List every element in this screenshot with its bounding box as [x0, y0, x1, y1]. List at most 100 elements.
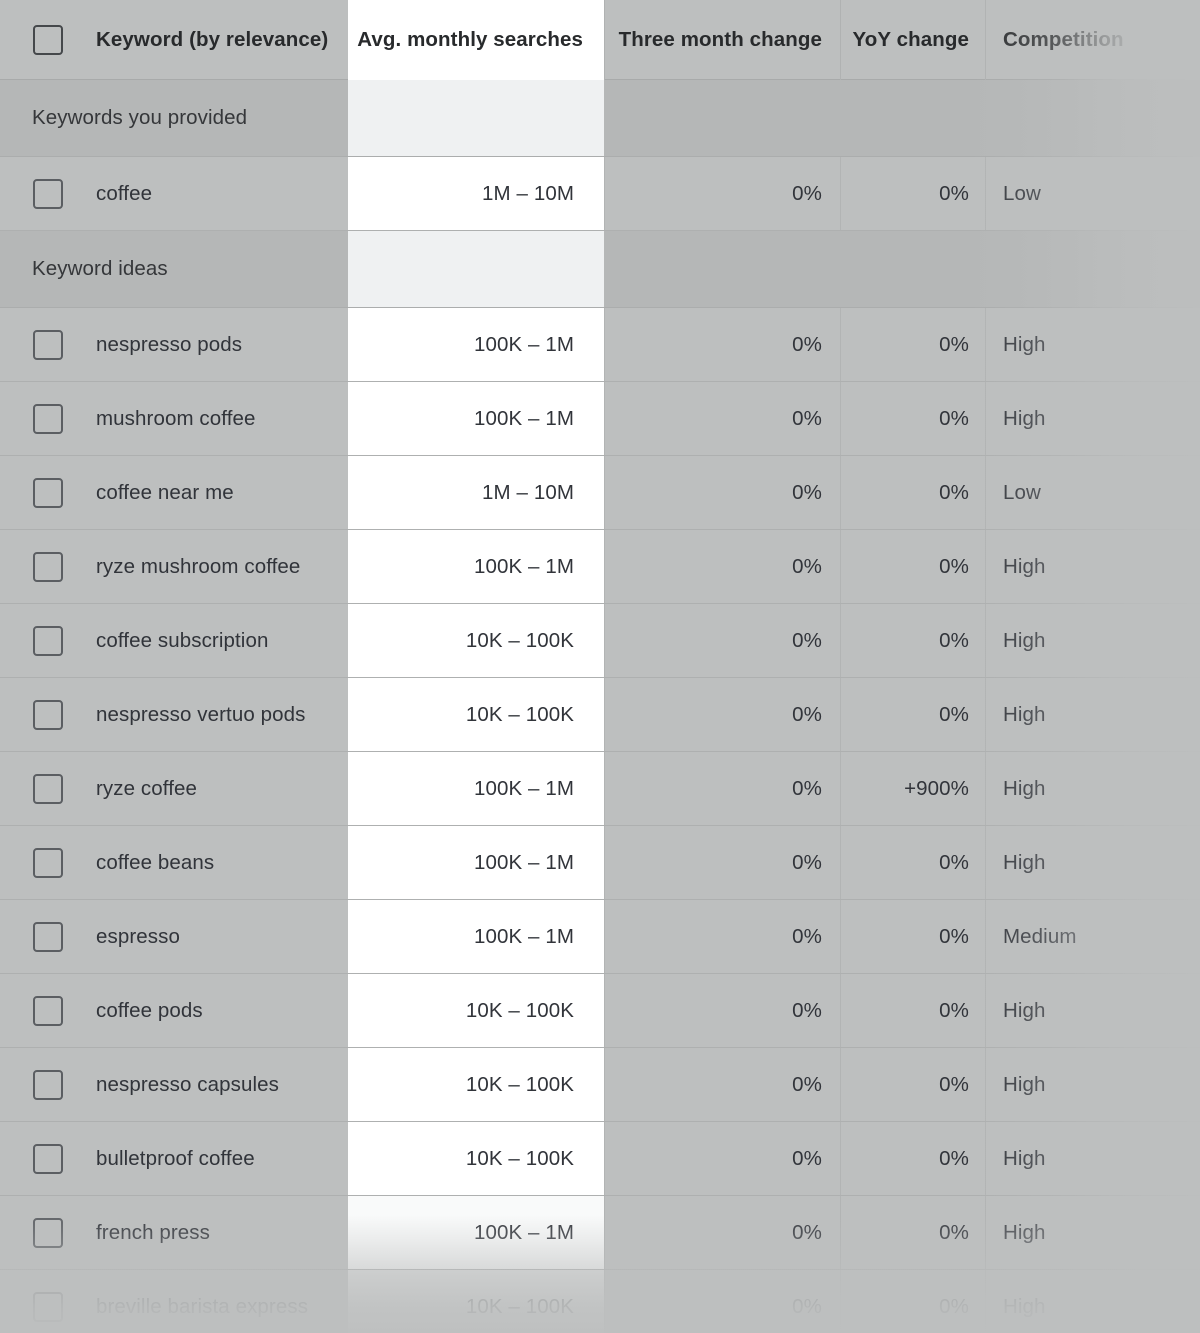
table-row[interactable]: coffee 1M – 10M 0% 0% Low — [0, 157, 1200, 231]
column-header-avg-monthly-searches[interactable]: Avg. monthly searches — [348, 0, 604, 80]
cell-three-month-change: 0% — [604, 752, 840, 825]
row-checkbox-icon[interactable] — [33, 625, 63, 656]
row-checkbox-cell[interactable] — [0, 678, 96, 751]
cell-three-month-change: 0% — [604, 900, 840, 973]
row-checkbox-cell[interactable] — [0, 826, 96, 899]
column-header-keyword[interactable]: Keyword (by relevance) — [96, 0, 348, 80]
cell-keyword[interactable]: coffee — [96, 157, 348, 230]
table-row[interactable]: french press 100K – 1M 0% 0% High — [0, 1196, 1200, 1270]
select-all-checkbox-icon[interactable] — [33, 24, 63, 55]
cell-yoy-change: 0% — [840, 1270, 985, 1333]
row-checkbox-cell[interactable] — [0, 1196, 96, 1269]
table-row[interactable]: breville barista express 10K – 100K 0% 0% Hi… — [0, 1270, 1200, 1333]
row-checkbox-icon[interactable] — [33, 921, 63, 952]
table-row[interactable]: coffee pods 10K – 100K 0% 0% High — [0, 974, 1200, 1048]
row-checkbox-cell[interactable] — [0, 1122, 96, 1195]
row-checkbox-icon[interactable] — [33, 551, 63, 582]
row-checkbox-cell[interactable] — [0, 308, 96, 381]
cell-competition: High — [985, 1122, 1200, 1195]
table-row[interactable]: nespresso pods 100K – 1M 0% 0% High — [0, 308, 1200, 382]
row-checkbox-icon[interactable] — [33, 699, 63, 730]
table-row[interactable]: nespresso vertuo pods 10K – 100K 0% 0% High — [0, 678, 1200, 752]
cell-avg-monthly-searches: 100K – 1M — [348, 382, 604, 455]
cell-three-month-change: 0% — [604, 157, 840, 230]
row-checkbox-icon[interactable] — [33, 477, 63, 508]
row-checkbox-cell[interactable] — [0, 900, 96, 973]
table-row[interactable]: coffee near me 1M – 10M 0% 0% Low — [0, 456, 1200, 530]
cell-avg-monthly-searches: 1M – 10M — [348, 456, 604, 529]
row-checkbox-icon[interactable] — [33, 1217, 63, 1248]
group-header-row: Keywords you provided — [0, 80, 1200, 157]
cell-three-month-change: 0% — [604, 604, 840, 677]
table-row[interactable]: espresso 100K – 1M 0% 0% Medium — [0, 900, 1200, 974]
cell-yoy-change: 0% — [840, 382, 985, 455]
row-checkbox-cell[interactable] — [0, 752, 96, 825]
cell-yoy-change: 0% — [840, 604, 985, 677]
row-checkbox-icon[interactable] — [33, 403, 63, 434]
cell-keyword[interactable]: coffee subscription — [96, 604, 348, 677]
column-header-competition[interactable]: Competition — [985, 0, 1200, 80]
cell-yoy-change: 0% — [840, 530, 985, 603]
cell-yoy-change: 0% — [840, 1048, 985, 1121]
table-row[interactable]: nespresso capsules 10K – 100K 0% 0% High — [0, 1048, 1200, 1122]
cell-avg-monthly-searches: 10K – 100K — [348, 604, 604, 677]
cell-avg-monthly-searches: 100K – 1M — [348, 826, 604, 899]
row-checkbox-icon[interactable] — [33, 1143, 63, 1174]
row-checkbox-icon[interactable] — [33, 1069, 63, 1100]
table-row[interactable]: ryze mushroom coffee 100K – 1M 0% 0% High — [0, 530, 1200, 604]
cell-keyword[interactable]: ryze coffee — [96, 752, 348, 825]
row-checkbox-icon[interactable] — [33, 329, 63, 360]
row-checkbox-icon[interactable] — [33, 1291, 63, 1322]
cell-keyword[interactable]: breville barista express — [96, 1270, 348, 1333]
cell-avg-monthly-searches: 100K – 1M — [348, 752, 604, 825]
table-row[interactable]: bulletproof coffee 10K – 100K 0% 0% High — [0, 1122, 1200, 1196]
cell-competition: High — [985, 826, 1200, 899]
cell-avg-monthly-searches: 100K – 1M — [348, 900, 604, 973]
cell-yoy-change: 0% — [840, 678, 985, 751]
table-row[interactable]: coffee beans 100K – 1M 0% 0% High — [0, 826, 1200, 900]
cell-competition: High — [985, 678, 1200, 751]
row-checkbox-cell[interactable] — [0, 1048, 96, 1121]
cell-keyword[interactable]: bulletproof coffee — [96, 1122, 348, 1195]
cell-keyword[interactable]: ryze mushroom coffee — [96, 530, 348, 603]
cell-keyword[interactable]: espresso — [96, 900, 348, 973]
cell-three-month-change: 0% — [604, 382, 840, 455]
table-row[interactable]: coffee subscription 10K – 100K 0% 0% High — [0, 604, 1200, 678]
cell-keyword[interactable]: nespresso capsules — [96, 1048, 348, 1121]
cell-avg-monthly-searches: 10K – 100K — [348, 1270, 604, 1333]
row-checkbox-icon[interactable] — [33, 178, 63, 209]
table-row[interactable]: mushroom coffee 100K – 1M 0% 0% High — [0, 382, 1200, 456]
table-body: Keywords you provided coffee 1M – 10M 0% 0% L… — [0, 80, 1200, 1333]
cell-keyword[interactable]: coffee pods — [96, 974, 348, 1047]
row-checkbox-cell[interactable] — [0, 604, 96, 677]
select-all-cell[interactable] — [0, 0, 96, 80]
keyword-planner-table: Keyword (by relevance) Avg. monthly sear… — [0, 0, 1200, 1333]
column-header-yoy-change[interactable]: YoY change — [840, 0, 985, 80]
row-checkbox-cell[interactable] — [0, 1270, 96, 1333]
row-checkbox-cell[interactable] — [0, 530, 96, 603]
row-checkbox-cell[interactable] — [0, 157, 96, 230]
cell-keyword[interactable]: coffee near me — [96, 456, 348, 529]
group-header-avg-cell — [348, 231, 604, 307]
row-checkbox-cell[interactable] — [0, 456, 96, 529]
cell-yoy-change: +900% — [840, 752, 985, 825]
row-checkbox-cell[interactable] — [0, 382, 96, 455]
cell-competition: High — [985, 530, 1200, 603]
cell-competition: High — [985, 1196, 1200, 1269]
row-checkbox-icon[interactable] — [33, 995, 63, 1026]
row-checkbox-icon[interactable] — [33, 773, 63, 804]
cell-keyword[interactable]: nespresso vertuo pods — [96, 678, 348, 751]
cell-three-month-change: 0% — [604, 826, 840, 899]
row-checkbox-icon[interactable] — [33, 847, 63, 878]
group-header-label: Keyword ideas — [32, 257, 168, 280]
cell-keyword[interactable]: mushroom coffee — [96, 382, 348, 455]
cell-keyword[interactable]: nespresso pods — [96, 308, 348, 381]
cell-keyword[interactable]: coffee beans — [96, 826, 348, 899]
cell-avg-monthly-searches: 10K – 100K — [348, 974, 604, 1047]
column-header-three-month-change[interactable]: Three month change — [604, 0, 840, 80]
group-header-spacer — [604, 231, 1200, 307]
row-checkbox-cell[interactable] — [0, 974, 96, 1047]
table-row[interactable]: ryze coffee 100K – 1M 0% +900% High — [0, 752, 1200, 826]
cell-competition: High — [985, 1270, 1200, 1333]
cell-keyword[interactable]: french press — [96, 1196, 348, 1269]
